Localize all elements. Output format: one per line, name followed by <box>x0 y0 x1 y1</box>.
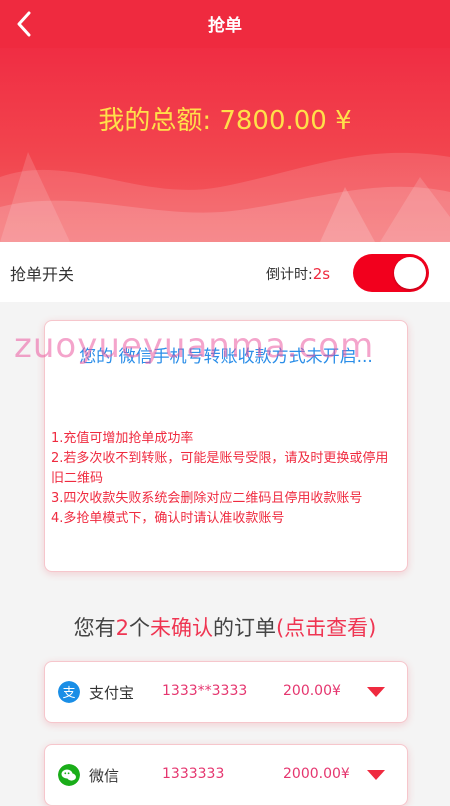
top-bar: 抢单 <box>0 0 450 48</box>
countdown: 倒计时:2s <box>266 264 330 284</box>
payment-method: 支付宝 <box>89 684 135 702</box>
tip-item: 1.充值可增加抢单成功率 <box>51 431 194 446</box>
order-amount: 200.00¥ <box>283 683 341 699</box>
order-card[interactable]: 微信 1333333 2000.00¥ <box>44 744 408 806</box>
expand-caret-icon[interactable] <box>367 687 385 697</box>
balance-banner: 我的总额: 7800.00 ¥ <box>0 48 450 242</box>
unconfirmed-count: 2 <box>115 616 129 640</box>
countdown-label: 倒计时: <box>266 267 313 283</box>
tip-item: 3.四次收款失败系统会删除对应二维码且停用收款账号 <box>51 491 363 506</box>
banner-wave-decoration <box>0 152 450 242</box>
svg-text:支: 支 <box>62 686 75 701</box>
payment-method-status: 您的 微信手机号转账收款方式未开启... <box>79 347 373 367</box>
grab-switch-label: 抢单开关 <box>10 265 75 284</box>
summary-suffix: 的订单 <box>212 616 276 640</box>
wechat-icon <box>58 764 80 786</box>
tip-item: 4.多抢单模式下，确认时请认准收款账号 <box>51 511 285 526</box>
summary-middle: 个 <box>128 616 150 640</box>
toggle-knob <box>394 257 426 289</box>
order-account: 1333**3333 <box>162 683 248 699</box>
expand-caret-icon[interactable] <box>367 770 385 780</box>
order-card[interactable]: 支 支付宝 1333**3333 200.00¥ <box>44 661 408 723</box>
unconfirmed-orders-summary[interactable]: 您有2个未确认的订单(点击查看) <box>0 612 450 642</box>
view-orders-link[interactable]: (点击查看) <box>276 616 376 640</box>
tip-item: 2.若多次收不到转账，可能是账号受限，请及时更换或停用旧二维码 <box>51 451 389 486</box>
alipay-icon: 支 <box>58 681 80 703</box>
payment-method: 微信 <box>89 767 120 785</box>
page-title: 抢单 <box>208 16 242 36</box>
countdown-value: 2s <box>312 265 331 283</box>
tips-list: 1.充值可增加抢单成功率 2.若多次收不到转账，可能是账号受限，请及时更换或停用… <box>51 429 401 529</box>
summary-prefix: 您有 <box>73 616 116 640</box>
order-amount: 2000.00¥ <box>283 766 350 782</box>
unconfirmed-label: 未确认 <box>149 616 213 640</box>
grab-switch-row: 抢单开关 倒计时:2s <box>0 242 450 302</box>
order-account: 1333333 <box>162 766 225 782</box>
grab-order-toggle[interactable] <box>353 254 429 292</box>
notice-card: 您的 微信手机号转账收款方式未开启... 1.充值可增加抢单成功率 2.若多次收… <box>44 320 408 572</box>
